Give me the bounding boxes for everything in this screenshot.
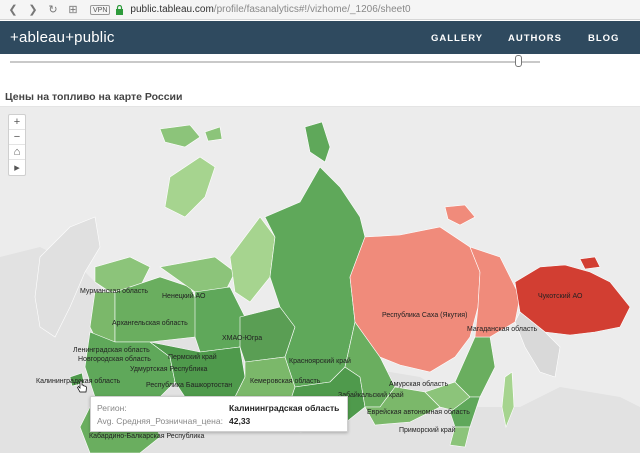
play-icon[interactable]: ▸ [9,160,25,175]
region-novaya-zemlya[interactable] [164,156,216,218]
region-yamal[interactable] [229,216,276,303]
label-udmurtia: Удмуртская Республика [130,366,208,373]
label-yakutia: Республика Саха (Якутия) [382,312,468,319]
tooltip-price-value: 42,33 [229,416,251,426]
reload-icon[interactable]: ↻ [46,3,60,17]
slider-thumb[interactable] [515,55,522,67]
tooltip-region-value: Калининградская область [229,403,340,413]
label-chukotka: Чукотский АО [538,293,583,300]
label-leningrad: Ленинградская область [73,347,150,354]
label-nenets: Ненецкий АО [162,293,206,300]
menu-gallery[interactable]: GALLERY [431,33,483,44]
forward-icon[interactable]: ❯ [26,3,40,17]
label-primorsky: Приморский край [399,427,456,434]
back-icon[interactable]: ❮ [6,3,20,17]
map-tooltip: Регион: Калининградская область Avg. Сре… [90,396,348,432]
browser-address-bar: ❮ ❯ ↻ ⊞ VPN public.tableau.com/profile/f… [0,0,640,20]
region-islands-a[interactable] [204,126,223,142]
zoom-out-button[interactable]: − [9,130,25,145]
label-arkhangelsk: Архангельская область [112,320,188,327]
label-magadan: Магаданская область [467,326,538,333]
lock-icon [116,4,124,15]
region-new-siberian[interactable] [444,204,476,226]
label-kemerovo: Кемеровская область [250,378,321,385]
label-novgorod: Новгородская область [78,356,151,363]
site-header: +ableau+public GALLERY AUTHORS BLOG [0,21,640,54]
menu-blog[interactable]: BLOG [588,33,619,44]
menu-authors[interactable]: AUTHORS [508,33,562,44]
label-perm: Пермский край [168,354,217,361]
label-murmansk: Мурманская область [80,288,149,295]
label-jewish-ao: Еврейская автономная область [367,409,470,416]
slider-track[interactable] [10,61,540,63]
label-khmao: ХМАО-Югра [222,335,263,342]
label-amur: Амурская область [389,381,449,388]
tooltip-price-key: Avg. Средняя_Розничная_цена: [97,416,223,426]
region-wrangel[interactable] [579,256,601,270]
tableau-public-logo[interactable]: +ableau+public [10,29,115,46]
label-bashkortostan: Республика Башкортостан [146,382,233,389]
region-severnaya-zemlya[interactable] [304,121,331,163]
region-franz-josef[interactable] [159,124,201,148]
tabs-grid-icon[interactable]: ⊞ [66,3,80,17]
url-field[interactable]: public.tableau.com/profile/fasanalytics#… [130,4,410,15]
map-zoom-controls: + − ⌂ ▸ [8,114,26,176]
zoom-in-button[interactable]: + [9,115,25,130]
vpn-badge[interactable]: VPN [90,4,111,15]
tooltip-region-key: Регион: [97,403,127,413]
hand-cursor-icon [77,380,87,393]
sheet-title: Цены на топливо на карте России [5,91,183,103]
tooltip-price-row: Avg. Средняя_Розничная_цена: 42,33 [97,416,250,426]
label-krasnoyarsk: Красноярский край [289,358,351,365]
home-icon[interactable]: ⌂ [9,145,25,160]
label-kabardino-balkaria: Кабардино-Балкарская Республика [89,433,205,440]
tooltip-region-row: Регион: Калининградская область [97,403,339,413]
date-slider[interactable] [0,55,640,69]
